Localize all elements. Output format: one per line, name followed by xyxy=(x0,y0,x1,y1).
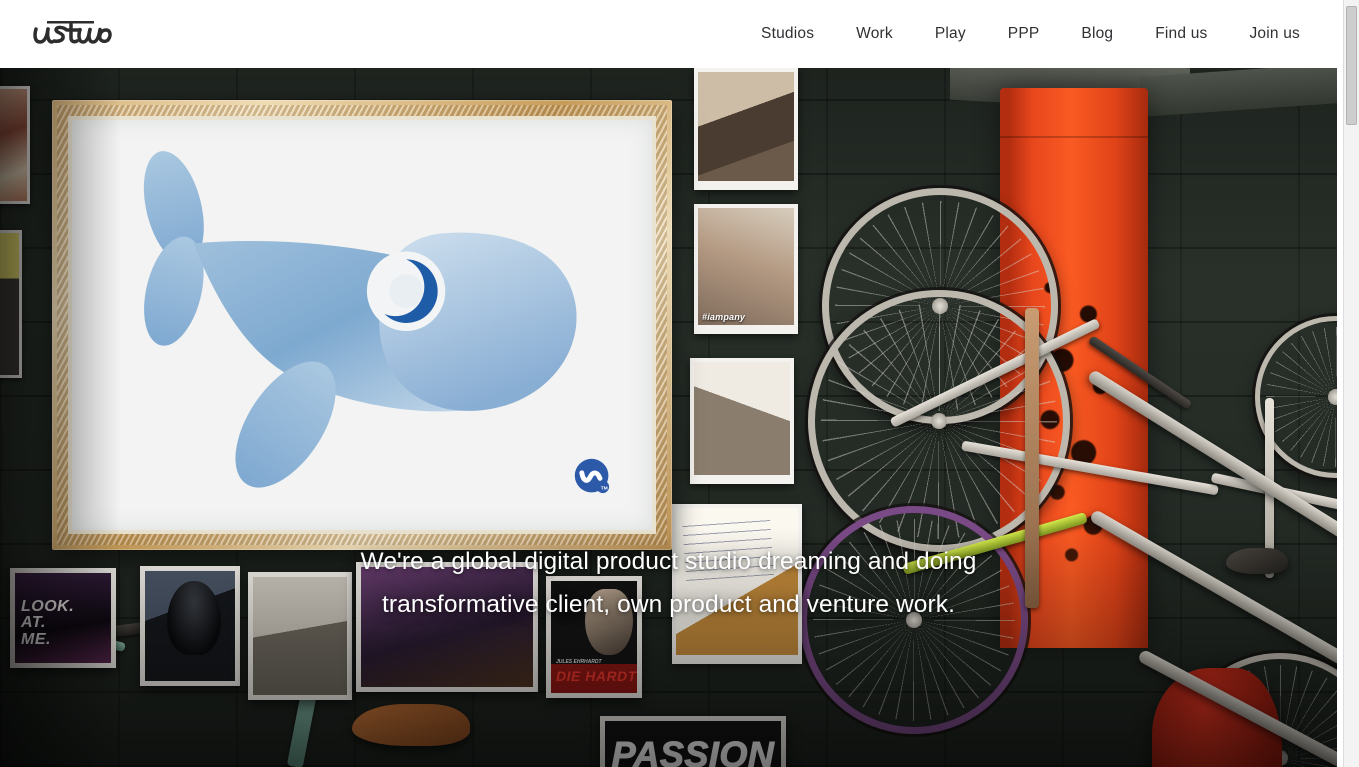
pinned-photo-crowd: #iampany xyxy=(694,204,798,334)
ustwo-whale-badge-icon: TM xyxy=(572,456,614,498)
nav-item-play[interactable]: Play xyxy=(914,0,987,68)
ustwo-logo[interactable] xyxy=(28,16,118,50)
hero-section: #iampany TM We're a global digital produ… xyxy=(0,68,1337,767)
nav-item-find-us[interactable]: Find us xyxy=(1134,0,1228,68)
whale-illustration-icon xyxy=(68,116,656,534)
ustwo-script-logo-icon xyxy=(33,21,112,44)
nav-item-join-us[interactable]: Join us xyxy=(1228,0,1321,68)
nav-item-work[interactable]: Work xyxy=(835,0,914,68)
nav-item-studios[interactable]: Studios xyxy=(740,0,835,68)
pinned-photo-child xyxy=(694,68,798,190)
main-navigation: Studios Work Play PPP Blog Find us Join … xyxy=(740,0,1321,68)
framed-artwork: TM xyxy=(52,100,672,550)
site-header: Studios Work Play PPP Blog Find us Join … xyxy=(0,0,1343,68)
nav-item-blog[interactable]: Blog xyxy=(1060,0,1134,68)
hero-background-photo: #iampany TM xyxy=(0,68,1337,767)
badge-tm-label: TM xyxy=(601,486,608,492)
vertical-scrollbar[interactable] xyxy=(1343,0,1359,767)
hero-vignette-bottom xyxy=(0,527,1337,767)
pinned-photo-portrait xyxy=(690,358,794,484)
page-root: Studios Work Play PPP Blog Find us Join … xyxy=(0,0,1359,767)
pinned-photo-caption: #iampany xyxy=(702,312,746,322)
scrollbar-thumb[interactable] xyxy=(1346,6,1357,125)
artwork-canvas: TM xyxy=(68,116,656,534)
nav-item-ppp[interactable]: PPP xyxy=(987,0,1061,68)
